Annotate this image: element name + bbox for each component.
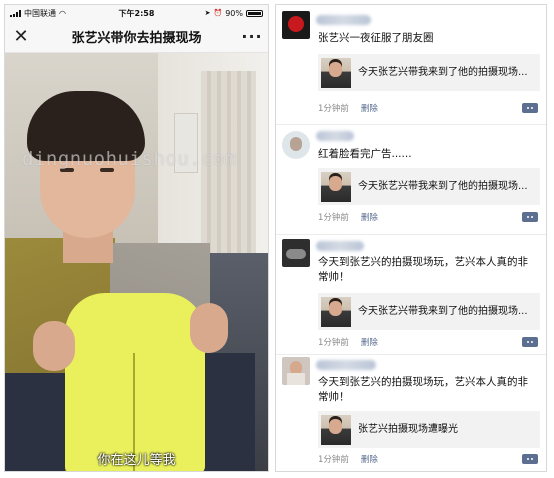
link-title: 今天张艺兴带我来到了他的拍摄现场... (358, 67, 528, 78)
post-meta: 1分钟前 删除 (318, 453, 378, 465)
link-thumbnail (321, 57, 351, 88)
yellow-hoodie (65, 293, 205, 471)
person-hair (27, 91, 145, 161)
moment-post: 今天到张艺兴的拍摄现场玩，艺兴本人真的非常帅！ 今天张艺兴带我来到了他的拍摄现场… (276, 235, 546, 355)
nickname-blurred[interactable] (316, 241, 364, 251)
location-icon: ➤ (204, 9, 211, 17)
moment-post: 张艺兴一夜征服了朋友圈 今天张艺兴带我来到了他的拍摄现场... 1分钟前 删除 (276, 5, 546, 125)
status-bar: 中国联通 ◠ 下午2:58 ➤ ⏰ 90% (5, 5, 268, 21)
link-title: 今天张艺兴带我来到了他的拍摄现场... (358, 181, 528, 192)
delete-link[interactable]: 删除 (361, 336, 378, 348)
comment-icon[interactable] (522, 454, 538, 464)
close-icon[interactable]: ✕ (5, 21, 37, 53)
link-title: 今天张艺兴带我来到了他的拍摄现场... (358, 306, 528, 317)
delete-link[interactable]: 删除 (361, 211, 378, 223)
comment-icon[interactable] (522, 212, 538, 222)
moments-feed-panel: 张艺兴一夜征服了朋友圈 今天张艺兴带我来到了他的拍摄现场... 1分钟前 删除 … (275, 4, 547, 472)
link-thumbnail (321, 171, 351, 202)
link-thumbnail (321, 296, 351, 327)
battery-icon (246, 9, 263, 17)
shared-link-card[interactable]: 今天张艺兴带我来到了他的拍摄现场... (318, 293, 540, 330)
nickname-blurred[interactable] (316, 131, 354, 141)
moment-post: 今天到张艺兴的拍摄现场玩，艺兴本人真的非常帅！ 张艺兴拍摄现场遭曝光 1分钟前 … (276, 355, 546, 471)
post-time: 1分钟前 (318, 213, 349, 223)
comment-icon[interactable] (522, 337, 538, 347)
moment-post: 红着脸看完广告...... 今天张艺兴带我来到了他的拍摄现场... 1分钟前 删… (276, 125, 546, 235)
shared-link-card[interactable]: 今天张艺兴带我来到了他的拍摄现场... (318, 54, 540, 91)
carrier-label: 中国联通 (24, 8, 56, 18)
battery-percent: 90% (225, 8, 243, 18)
page-title: 张艺兴带你去拍摄现场 (71, 31, 202, 46)
avatar[interactable] (282, 239, 310, 267)
video-frame[interactable]: 你在这儿等我 (5, 53, 268, 471)
wifi-icon: ◠ (59, 8, 66, 18)
comment-icon[interactable] (522, 103, 538, 113)
status-time: 下午2:58 (118, 8, 155, 18)
link-title: 张艺兴拍摄现场遭曝光 (358, 424, 458, 435)
hand-left (33, 321, 75, 371)
delete-link[interactable]: 删除 (361, 453, 378, 465)
post-text: 张艺兴一夜征服了朋友圈 (318, 32, 434, 44)
post-meta: 1分钟前 删除 (318, 336, 378, 348)
delete-link[interactable]: 删除 (361, 102, 378, 114)
avatar[interactable] (282, 131, 310, 159)
link-thumbnail (321, 414, 351, 445)
hand-right (190, 303, 228, 353)
post-time: 1分钟前 (318, 338, 349, 348)
nickname-blurred[interactable] (316, 15, 371, 25)
video-subtitle: 你在这儿等我 (97, 453, 176, 468)
background-shelf (174, 113, 198, 173)
avatar[interactable] (282, 357, 310, 385)
nickname-blurred[interactable] (316, 360, 376, 370)
shared-link-card[interactable]: 今天张艺兴带我来到了他的拍摄现场... (318, 168, 540, 205)
post-text: 今天到张艺兴的拍摄现场玩，艺兴本人真的非常帅！ (318, 256, 528, 283)
post-time: 1分钟前 (318, 104, 349, 114)
video-page-panel: 中国联通 ◠ 下午2:58 ➤ ⏰ 90% ✕ 张艺兴带你去拍摄现场 ··· 你… (4, 4, 269, 472)
post-text: 今天到张艺兴的拍摄现场玩，艺兴本人真的非常帅！ (318, 376, 528, 403)
shared-link-card[interactable]: 张艺兴拍摄现场遭曝光 (318, 411, 540, 448)
post-meta: 1分钟前 删除 (318, 102, 378, 114)
post-meta: 1分钟前 删除 (318, 211, 378, 223)
signal-icon (10, 9, 21, 17)
avatar[interactable] (282, 11, 310, 39)
post-time: 1分钟前 (318, 455, 349, 465)
more-options-icon[interactable]: ··· (236, 27, 268, 46)
nav-bar: ✕ 张艺兴带你去拍摄现场 ··· (5, 21, 268, 53)
post-text: 红着脸看完广告...... (318, 148, 412, 160)
alarm-icon: ⏰ (213, 9, 223, 17)
